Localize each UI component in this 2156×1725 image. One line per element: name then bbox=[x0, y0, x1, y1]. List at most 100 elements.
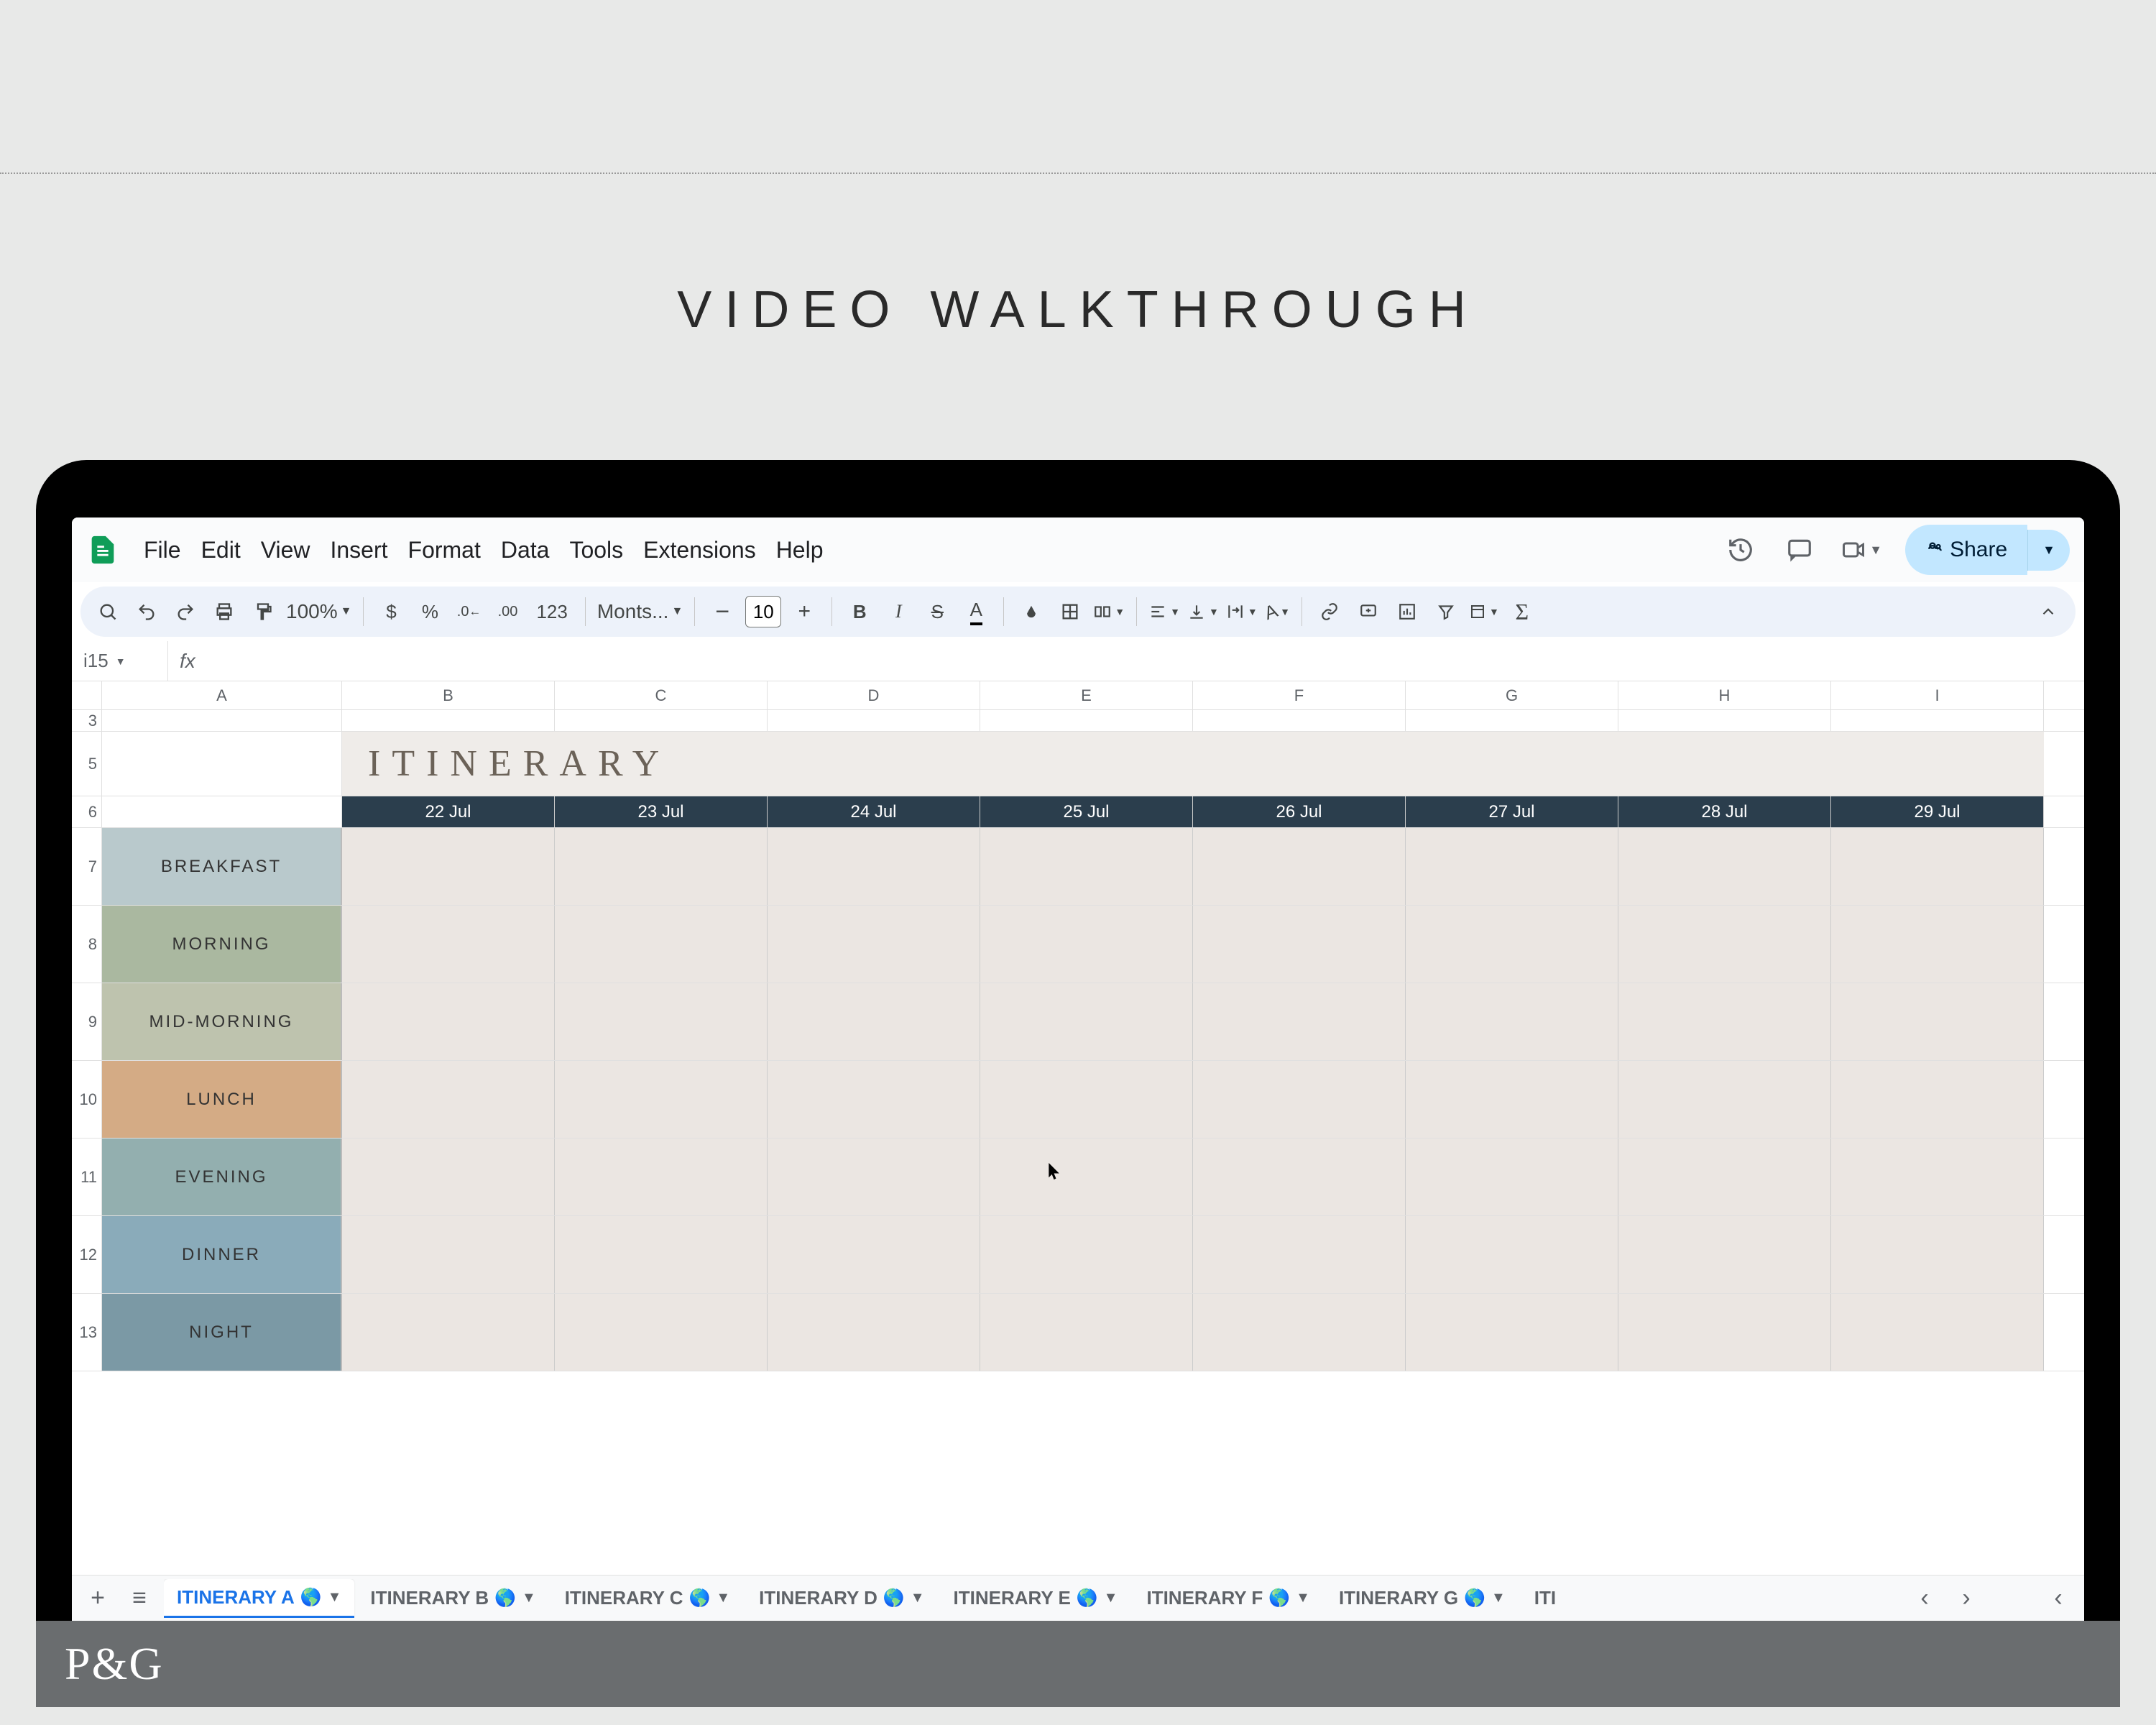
meet-icon[interactable]: ▼ bbox=[1841, 532, 1882, 568]
comment-icon[interactable] bbox=[1782, 532, 1818, 568]
date-header[interactable]: 22 Jul bbox=[342, 796, 555, 827]
cell[interactable] bbox=[342, 983, 555, 1060]
insert-chart-button[interactable] bbox=[1391, 596, 1423, 627]
column-header-B[interactable]: B bbox=[342, 681, 555, 709]
menu-help[interactable]: Help bbox=[766, 531, 834, 569]
time-slot-label[interactable]: DINNER bbox=[102, 1216, 342, 1293]
time-slot-label[interactable]: LUNCH bbox=[102, 1061, 342, 1138]
cell[interactable] bbox=[1831, 906, 2044, 983]
explore-collapse[interactable]: ‹ bbox=[2041, 1581, 2076, 1616]
cell[interactable] bbox=[342, 828, 555, 905]
menu-insert[interactable]: Insert bbox=[320, 531, 397, 569]
cell[interactable] bbox=[980, 983, 1193, 1060]
cell[interactable] bbox=[1831, 710, 2044, 731]
bold-button[interactable]: B bbox=[844, 596, 875, 627]
sheet-tab[interactable]: ITINERARY F🌎▼ bbox=[1133, 1580, 1322, 1616]
cell[interactable] bbox=[1406, 983, 1618, 1060]
chevron-down-icon[interactable]: ▼ bbox=[1104, 1590, 1118, 1606]
date-header[interactable]: 28 Jul bbox=[1618, 796, 1831, 827]
cell[interactable] bbox=[980, 1138, 1193, 1215]
text-color-button[interactable]: A bbox=[960, 596, 992, 627]
font-dropdown[interactable]: Monts... ▼ bbox=[597, 600, 683, 623]
cell[interactable] bbox=[1193, 828, 1406, 905]
decrease-decimal-button[interactable]: .0← bbox=[453, 596, 484, 627]
percent-button[interactable]: % bbox=[414, 596, 446, 627]
cell[interactable] bbox=[1831, 1061, 2044, 1138]
time-slot-label[interactable]: MID-MORNING bbox=[102, 983, 342, 1060]
chevron-down-icon[interactable]: ▼ bbox=[1491, 1590, 1506, 1606]
wrap-button[interactable]: ▼ bbox=[1226, 596, 1258, 627]
cell[interactable] bbox=[768, 828, 980, 905]
sheet-tab[interactable]: ITINERARY C🌎▼ bbox=[552, 1580, 743, 1616]
cell[interactable] bbox=[1406, 1294, 1618, 1371]
time-slot-label[interactable]: MORNING bbox=[102, 906, 342, 983]
cell[interactable] bbox=[1406, 710, 1618, 731]
cell[interactable] bbox=[1831, 983, 2044, 1060]
time-slot-label[interactable]: EVENING bbox=[102, 1138, 342, 1215]
print-button[interactable] bbox=[208, 596, 240, 627]
fill-color-button[interactable] bbox=[1015, 596, 1047, 627]
decrease-font-button[interactable]: − bbox=[706, 596, 738, 627]
row-header[interactable]: 11 bbox=[72, 1138, 102, 1215]
time-slot-label[interactable]: NIGHT bbox=[102, 1294, 342, 1371]
cell[interactable] bbox=[102, 796, 342, 827]
sheet-tab[interactable]: ITINERARY G🌎▼ bbox=[1326, 1580, 1519, 1616]
cell[interactable] bbox=[768, 1061, 980, 1138]
cell[interactable] bbox=[1193, 710, 1406, 731]
cell[interactable] bbox=[1618, 710, 1831, 731]
cell[interactable] bbox=[1193, 1061, 1406, 1138]
row-header[interactable]: 6 bbox=[72, 796, 102, 827]
v-align-button[interactable]: ▼ bbox=[1187, 596, 1219, 627]
cell[interactable] bbox=[768, 906, 980, 983]
cell[interactable] bbox=[342, 710, 555, 731]
cell[interactable] bbox=[1406, 828, 1618, 905]
sheet-tab[interactable]: ITINERARY A🌎▼ bbox=[164, 1579, 354, 1618]
cell[interactable] bbox=[768, 1216, 980, 1293]
cell[interactable] bbox=[555, 1294, 768, 1371]
column-header-I[interactable]: I bbox=[1831, 681, 2044, 709]
redo-button[interactable] bbox=[170, 596, 201, 627]
cell[interactable] bbox=[1831, 1294, 2044, 1371]
chevron-down-icon[interactable]: ▼ bbox=[911, 1590, 925, 1606]
increase-font-button[interactable]: + bbox=[788, 596, 820, 627]
cell[interactable] bbox=[980, 710, 1193, 731]
sheet-tab[interactable]: ITINERARY E🌎▼ bbox=[941, 1580, 1131, 1616]
filter-button[interactable] bbox=[1430, 596, 1462, 627]
cell[interactable] bbox=[1406, 906, 1618, 983]
zoom-dropdown[interactable]: 100% ▼ bbox=[286, 600, 351, 623]
rotate-button[interactable]: A▼ bbox=[1265, 596, 1290, 627]
row-header[interactable]: 3 bbox=[72, 710, 102, 731]
cell[interactable] bbox=[768, 710, 980, 731]
date-header[interactable]: 25 Jul bbox=[980, 796, 1193, 827]
cell[interactable] bbox=[342, 1138, 555, 1215]
italic-button[interactable]: I bbox=[883, 596, 914, 627]
column-header-E[interactable]: E bbox=[980, 681, 1193, 709]
cell[interactable] bbox=[1193, 983, 1406, 1060]
currency-button[interactable]: $ bbox=[375, 596, 407, 627]
borders-button[interactable] bbox=[1054, 596, 1086, 627]
chevron-down-icon[interactable]: ▼ bbox=[328, 1589, 342, 1606]
column-header-A[interactable]: A bbox=[102, 681, 342, 709]
insert-comment-button[interactable] bbox=[1353, 596, 1384, 627]
sheets-logo-icon[interactable] bbox=[86, 533, 119, 566]
merge-button[interactable]: ▼ bbox=[1093, 596, 1125, 627]
date-header[interactable]: 26 Jul bbox=[1193, 796, 1406, 827]
undo-button[interactable] bbox=[131, 596, 162, 627]
date-header[interactable]: 27 Jul bbox=[1406, 796, 1618, 827]
cell[interactable] bbox=[1618, 1138, 1831, 1215]
sheet-tab[interactable]: ITINERARY B🌎▼ bbox=[357, 1580, 548, 1616]
column-header-D[interactable]: D bbox=[768, 681, 980, 709]
cell[interactable] bbox=[768, 1138, 980, 1215]
cell[interactable] bbox=[1618, 1294, 1831, 1371]
cell[interactable] bbox=[1618, 828, 1831, 905]
search-icon[interactable] bbox=[92, 596, 124, 627]
cell[interactable] bbox=[1618, 1061, 1831, 1138]
cell[interactable] bbox=[1193, 1138, 1406, 1215]
menu-edit[interactable]: Edit bbox=[191, 531, 251, 569]
cell[interactable] bbox=[980, 828, 1193, 905]
menu-format[interactable]: Format bbox=[398, 531, 491, 569]
column-header-F[interactable]: F bbox=[1193, 681, 1406, 709]
chevron-down-icon[interactable]: ▼ bbox=[1296, 1590, 1310, 1606]
cell[interactable] bbox=[555, 710, 768, 731]
font-size-input[interactable] bbox=[745, 596, 781, 627]
